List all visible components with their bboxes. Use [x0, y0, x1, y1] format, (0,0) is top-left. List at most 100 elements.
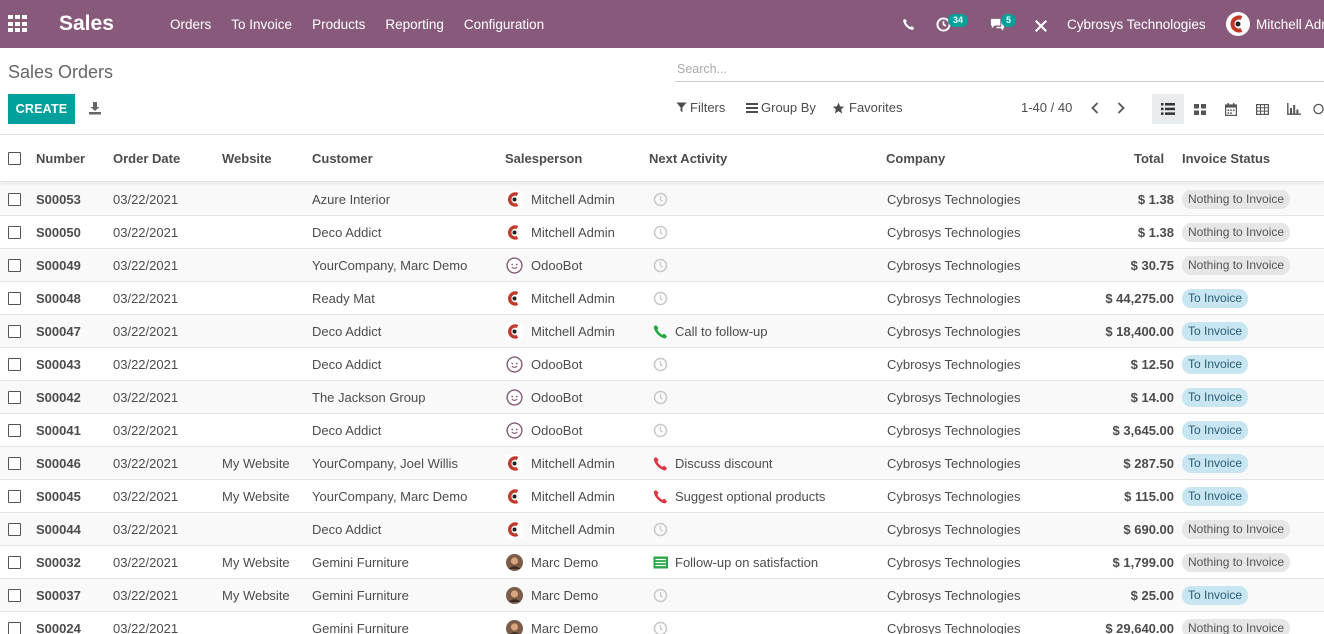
table-row[interactable]: S00046 03/22/2021 My Website YourCompany, J… [0, 447, 1324, 480]
order-number: S00047 [36, 324, 81, 339]
order-number: S00048 [36, 291, 81, 306]
clock-activity-icon[interactable] [653, 588, 668, 603]
clock-activity-icon[interactable] [653, 192, 668, 207]
table-row[interactable]: S00044 03/22/2021 Deco Addict Mitchell Admi… [0, 513, 1324, 546]
clock-activity-icon[interactable] [653, 291, 668, 306]
todo-green-activity-icon[interactable] [653, 555, 668, 570]
header-number[interactable]: Number [36, 151, 85, 166]
table-row[interactable]: S00050 03/22/2021 Deco Addict Mitchell Admi… [0, 216, 1324, 249]
table-row[interactable]: S00043 03/22/2021 Deco Addict OdooBot Cybros… [0, 348, 1324, 381]
header-customer[interactable]: Customer [312, 151, 373, 166]
search-input[interactable] [675, 58, 1324, 80]
order-date: 03/22/2021 [113, 390, 179, 405]
invoice-status-badge: To Invoice [1182, 586, 1249, 605]
company-switcher[interactable]: Cybrosys Technologies [1067, 17, 1206, 32]
header-company[interactable]: Company [886, 151, 945, 166]
row-checkbox[interactable] [8, 292, 21, 305]
menu-reporting[interactable]: Reporting [375, 17, 454, 32]
row-checkbox[interactable] [8, 523, 21, 536]
menu-configuration[interactable]: Configuration [454, 17, 554, 32]
phone-red-activity-icon[interactable] [653, 456, 668, 471]
breadcrumb-title: Sales Orders [8, 62, 114, 82]
next-activity: Follow-up on satisfaction [675, 555, 819, 570]
table-row[interactable]: S00037 03/22/2021 My Website Gemini Furnitu… [0, 579, 1324, 612]
mitchell-avatar-icon [506, 191, 523, 208]
app-name[interactable]: Sales [59, 12, 114, 36]
order-date: 03/22/2021 [113, 555, 179, 570]
order-date: 03/22/2021 [113, 258, 179, 273]
user-menu[interactable]: Mitchell Admin [1226, 12, 1324, 36]
table-row[interactable]: S00048 03/22/2021 Ready Mat Mitchell Admin C… [0, 282, 1324, 315]
header-total[interactable]: Total [1134, 151, 1164, 166]
row-checkbox[interactable] [8, 424, 21, 437]
table-row[interactable]: S00024 03/22/2021 Gemini Furniture Marc Dem… [0, 612, 1324, 634]
group-by-button[interactable]: Group By [746, 100, 816, 115]
row-checkbox[interactable] [8, 259, 21, 272]
row-checkbox[interactable] [8, 457, 21, 470]
phone-green-activity-icon[interactable] [653, 324, 668, 339]
order-number: S00053 [36, 192, 81, 207]
debug-tools-icon[interactable] [1034, 19, 1048, 33]
pivot-view-button[interactable] [1246, 94, 1278, 124]
group-by-label: Group By [761, 100, 816, 115]
order-date: 03/22/2021 [113, 423, 179, 438]
download-icon[interactable] [88, 101, 102, 115]
order-number: S00045 [36, 489, 81, 504]
create-button[interactable]: CREATE [8, 94, 75, 124]
header-order-date[interactable]: Order Date [113, 151, 180, 166]
phone-red-activity-icon[interactable] [653, 489, 668, 504]
row-checkbox[interactable] [8, 589, 21, 602]
apps-grid-icon[interactable] [8, 15, 28, 33]
clock-activity-icon[interactable] [653, 522, 668, 537]
company: Cybrosys Technologies [887, 555, 1021, 570]
favorites-button[interactable]: Favorites [832, 100, 902, 115]
row-checkbox[interactable] [8, 622, 21, 634]
pager-value[interactable]: 1-40 / 40 [1021, 100, 1072, 115]
table-row[interactable]: S00042 03/22/2021 The Jackson Group OdooBot… [0, 381, 1324, 414]
menu-to-invoice[interactable]: To Invoice [221, 17, 302, 32]
row-checkbox[interactable] [8, 490, 21, 503]
mitchell-avatar-icon [506, 488, 523, 505]
activity-view-button[interactable] [1310, 94, 1324, 124]
company: Cybrosys Technologies [887, 258, 1021, 273]
order-number: S00037 [36, 588, 81, 603]
kanban-view-button[interactable] [1184, 94, 1216, 124]
row-checkbox[interactable] [8, 358, 21, 371]
row-checkbox[interactable] [8, 556, 21, 569]
invoice-status-badge: Nothing to Invoice [1182, 619, 1291, 634]
company: Cybrosys Technologies [887, 390, 1021, 405]
list-view-button[interactable] [1152, 94, 1184, 124]
clock-activity-icon[interactable] [653, 225, 668, 240]
filters-button[interactable]: Filters [676, 100, 725, 115]
table-row[interactable]: S00053 03/22/2021 Azure Interior Mitchell A… [0, 183, 1324, 216]
menu-products[interactable]: Products [302, 17, 375, 32]
graph-view-button[interactable] [1278, 94, 1310, 124]
clock-activity-icon[interactable] [653, 390, 668, 405]
table-row[interactable]: S00041 03/22/2021 Deco Addict OdooBot Cybros… [0, 414, 1324, 447]
table-row[interactable]: S00047 03/22/2021 Deco Addict Mitchell Admi… [0, 315, 1324, 348]
clock-activity-icon[interactable] [653, 423, 668, 438]
marc-avatar-icon [506, 587, 523, 604]
clock-activity-icon[interactable] [653, 258, 668, 273]
pager-next-icon[interactable] [1114, 100, 1128, 116]
calendar-view-button[interactable] [1215, 94, 1247, 124]
row-checkbox[interactable] [8, 325, 21, 338]
menu-orders[interactable]: Orders [160, 17, 221, 32]
row-checkbox[interactable] [8, 226, 21, 239]
table-row[interactable]: S00049 03/22/2021 YourCompany, Marc Demo Od… [0, 249, 1324, 282]
select-all-checkbox[interactable] [8, 152, 21, 165]
header-website[interactable]: Website [222, 151, 272, 166]
table-row[interactable]: S00032 03/22/2021 My Website Gemini Furnitu… [0, 546, 1324, 579]
row-checkbox[interactable] [8, 391, 21, 404]
clock-activity-icon[interactable] [653, 621, 668, 634]
phone-icon[interactable] [902, 18, 915, 31]
table-row[interactable]: S00045 03/22/2021 My Website YourCompany, M… [0, 480, 1324, 513]
header-invoice-status[interactable]: Invoice Status [1182, 151, 1270, 166]
header-salesperson[interactable]: Salesperson [505, 151, 582, 166]
salesperson: Marc Demo [531, 621, 599, 634]
header-next-activity[interactable]: Next Activity [649, 151, 727, 166]
salesperson: Mitchell Admin [531, 192, 615, 207]
clock-activity-icon[interactable] [653, 357, 668, 372]
row-checkbox[interactable] [8, 193, 21, 206]
pager-previous-icon[interactable] [1088, 100, 1102, 116]
